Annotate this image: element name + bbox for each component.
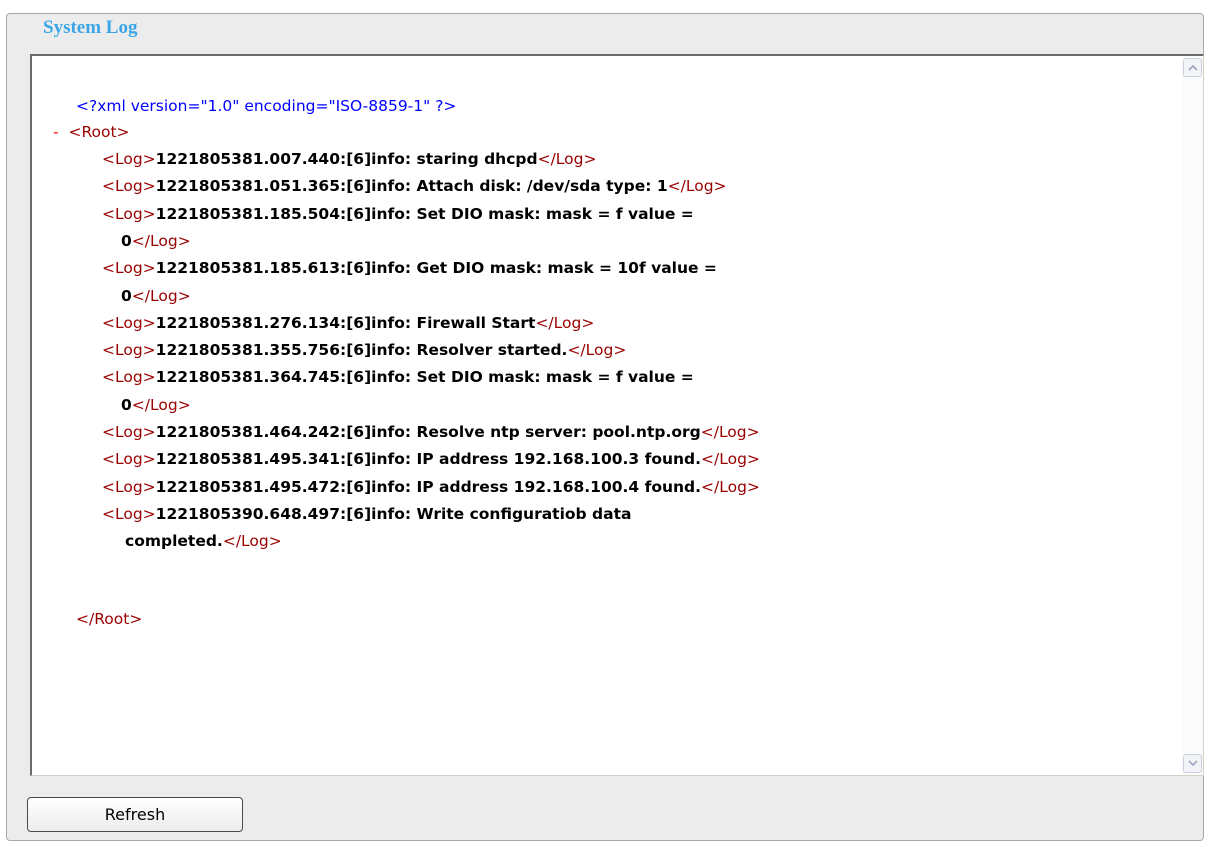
log-entry: <Log>1221805381.364.745:[6]info: Set DIO… [102, 365, 694, 389]
log-entry-text-wrapped: completed. [125, 532, 223, 551]
log-close-tag: </Log> [567, 341, 627, 360]
log-entry-text: 1221805381.007.440:[6]info: staring dhcp… [155, 150, 538, 168]
log-entry-text-wrapped: 0 [121, 286, 132, 305]
log-entry-text: 1221805390.648.497:[6]info: Write config… [155, 504, 632, 523]
log-entry: <Log>1221805381.276.134:[6]info: Firewal… [102, 311, 594, 335]
scroll-down-button[interactable] [1183, 754, 1202, 773]
log-open-tag: <Log> [102, 450, 156, 469]
system-log-panel: System Log <?xml version="1.0" encoding=… [6, 13, 1204, 841]
root-open-tag: <Root> [68, 123, 130, 141]
log-open-tag: <Log> [102, 259, 156, 278]
root-close-tag: </Root> [76, 610, 143, 628]
log-close-tag: </Log> [131, 286, 191, 305]
log-entry-text: 1221805381.185.613:[6]info: Get DIO mask… [155, 259, 717, 278]
log-open-tag: <Log> [102, 313, 156, 332]
collapse-toggle[interactable]: - [53, 123, 59, 141]
scroll-up-button[interactable] [1183, 58, 1202, 77]
log-close-tag: </Log> [700, 423, 760, 441]
previous-content-cutoff [0, 0, 1214, 6]
log-entry-text: 1221805381.355.756:[6]info: Resolver sta… [155, 341, 568, 360]
log-open-tag: <Log> [102, 504, 156, 523]
log-open-tag: <Log> [102, 423, 156, 441]
log-entry: <Log>1221805381.185.613:[6]info: Get DIO… [102, 256, 717, 280]
log-entry: <Log>1221805381.464.242:[6]info: Resolve… [102, 420, 760, 444]
log-close-tag: </Log> [537, 150, 597, 168]
log-entry-text: 1221805381.464.242:[6]info: Resolve ntp … [155, 423, 701, 441]
refresh-button[interactable]: Refresh [27, 797, 243, 832]
log-open-tag: <Log> [102, 204, 156, 223]
log-entry-text: 1221805381.276.134:[6]info: Firewall Sta… [155, 313, 536, 332]
log-close-tag: </Log> [701, 477, 760, 496]
log-entry: <Log>1221805381.355.756:[6]info: Resolve… [102, 338, 626, 362]
xml-log-content: <?xml version="1.0" encoding="ISO-8859-1… [32, 56, 1181, 775]
log-entry: <Log>1221805381.007.440:[6]info: staring… [102, 147, 596, 171]
log-close-tag: </Log> [667, 177, 727, 196]
log-entry-text-wrapped: 0 [121, 231, 132, 250]
log-open-tag: <Log> [102, 368, 156, 387]
log-entry: <Log>1221805381.495.472:[6]info: IP addr… [102, 475, 760, 499]
xml-declaration: <?xml version="1.0" encoding="ISO-8859-1… [76, 97, 457, 115]
log-entry-continuation: 0</Log> [121, 229, 191, 253]
root-open-line: - <Root> [53, 120, 130, 144]
log-close-tag: </Log> [222, 532, 282, 551]
log-open-tag: <Log> [102, 477, 156, 496]
log-entry: <Log>1221805381.495.341:[6]info: IP addr… [102, 447, 760, 471]
vertical-scrollbar[interactable] [1182, 56, 1203, 775]
log-entry-text: 1221805381.495.341:[6]info: IP address 1… [155, 450, 702, 469]
chevron-up-icon [1188, 64, 1198, 71]
log-close-tag: </Log> [131, 395, 191, 414]
log-entry-continuation: completed.</Log> [125, 529, 282, 553]
log-viewer[interactable]: <?xml version="1.0" encoding="ISO-8859-1… [30, 54, 1204, 776]
log-close-tag: </Log> [131, 231, 191, 250]
section-title: System Log [40, 18, 141, 38]
log-entry-text: 1221805381.495.472:[6]info: IP address 1… [155, 477, 702, 496]
log-entry-text-wrapped: 0 [121, 395, 132, 414]
log-open-tag: <Log> [102, 150, 156, 168]
log-entry: <Log>1221805390.648.497:[6]info: Write c… [102, 502, 631, 526]
log-entry: <Log>1221805381.185.504:[6]info: Set DIO… [102, 202, 694, 226]
log-open-tag: <Log> [102, 177, 156, 196]
log-entry-continuation: 0</Log> [121, 284, 191, 308]
log-entry-continuation: 0</Log> [121, 393, 191, 417]
log-close-tag: </Log> [535, 313, 595, 332]
log-entry: <Log>1221805381.051.365:[6]info: Attach … [102, 174, 727, 198]
log-entry-text: 1221805381.364.745:[6]info: Set DIO mask… [155, 368, 694, 387]
log-entry-text: 1221805381.185.504:[6]info: Set DIO mask… [155, 204, 694, 223]
log-open-tag: <Log> [102, 341, 156, 360]
log-entry-text: 1221805381.051.365:[6]info: Attach disk:… [155, 177, 668, 196]
log-close-tag: </Log> [701, 450, 760, 469]
chevron-down-icon [1188, 760, 1198, 767]
